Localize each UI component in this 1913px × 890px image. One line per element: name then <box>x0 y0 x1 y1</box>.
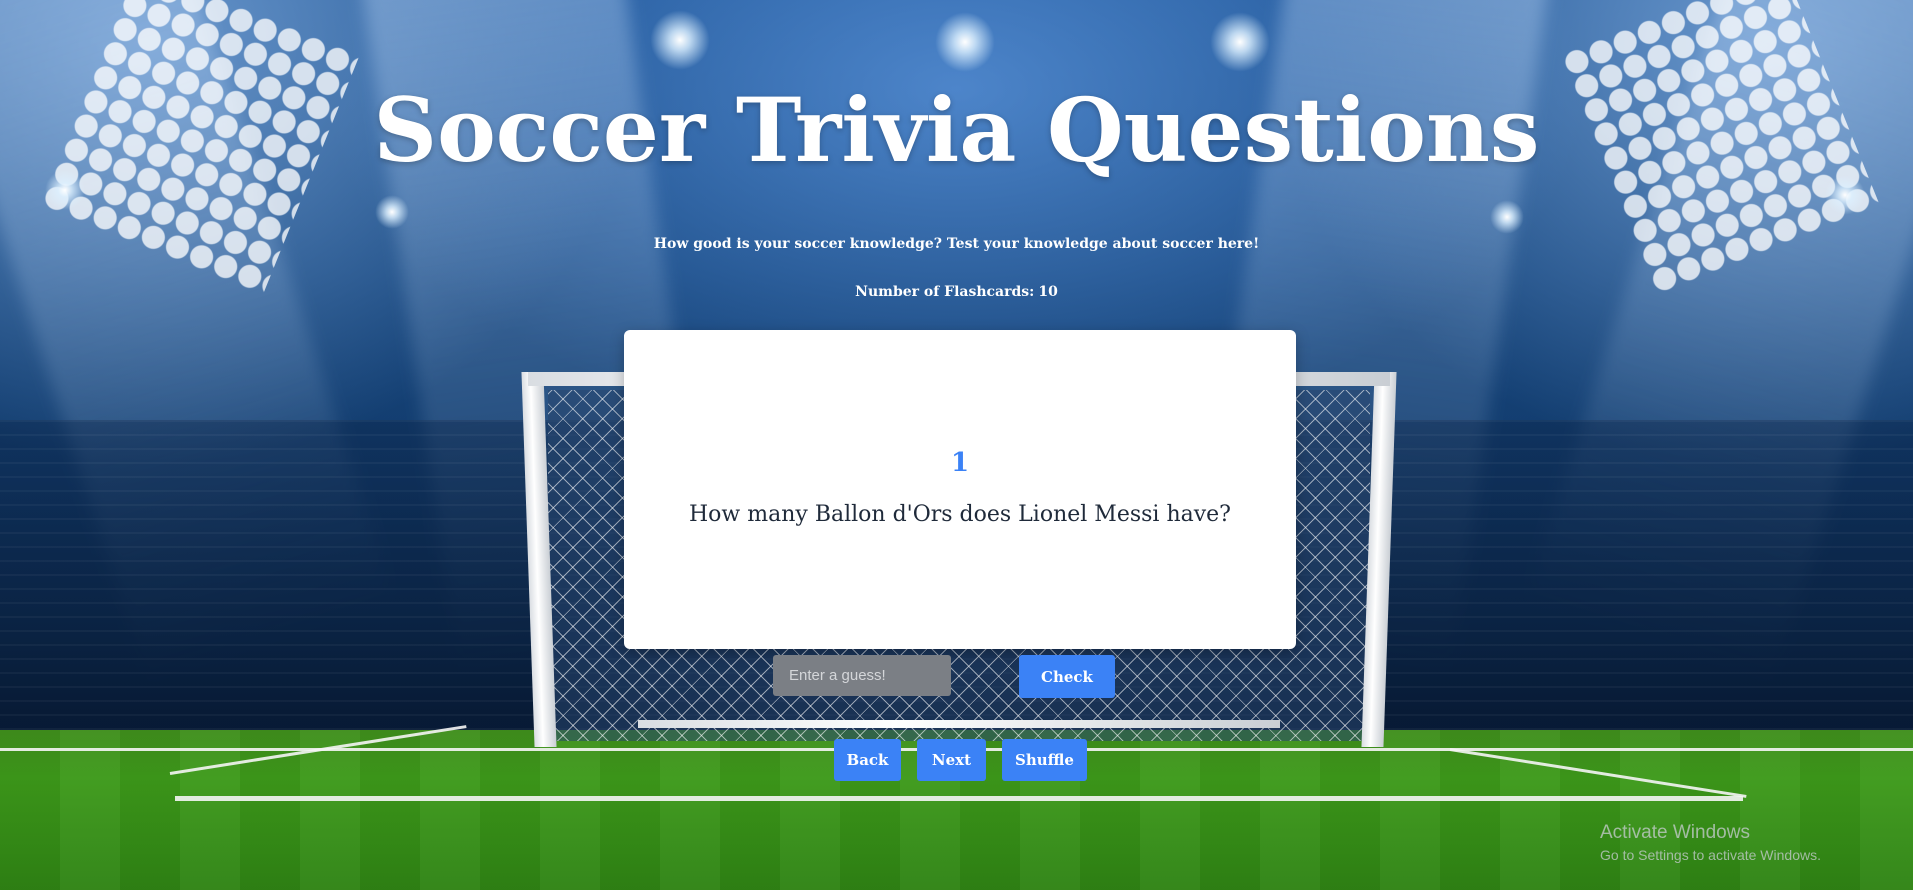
goal-base-bar <box>638 720 1280 728</box>
flashcard-count-value: 10 <box>1038 284 1058 300</box>
floodlight <box>45 170 85 210</box>
floodlight <box>1210 12 1270 72</box>
activate-windows-watermark: Activate Windows Go to Settings to activ… <box>1600 822 1821 866</box>
floodlight <box>375 195 409 229</box>
floodlight <box>1490 200 1524 234</box>
floodlight <box>935 12 995 72</box>
flashcard-number: 1 <box>950 448 970 478</box>
back-button[interactable]: Back <box>834 739 901 781</box>
flashcard[interactable]: 1 How many Ballon d'Ors does Lionel Mess… <box>624 330 1296 649</box>
floodlight <box>1825 175 1865 215</box>
guess-input[interactable] <box>773 655 951 696</box>
shuffle-button[interactable]: Shuffle <box>1002 739 1087 781</box>
page-subtitle: How good is your soccer knowledge? Test … <box>653 236 1260 252</box>
floodlight <box>650 10 710 70</box>
flashcard-count: Number of Flashcards: 10 <box>0 284 1913 300</box>
flashcard-question: How many Ballon d'Ors does Lionel Messi … <box>689 502 1231 527</box>
watermark-title: Activate Windows <box>1600 822 1750 843</box>
pitch-line <box>175 796 1743 801</box>
page-title: Soccer Trivia Questions <box>373 78 1540 182</box>
watermark-subtitle: Go to Settings to activate Windows. <box>1600 846 1821 863</box>
next-button[interactable]: Next <box>917 739 986 781</box>
check-button[interactable]: Check <box>1019 655 1115 698</box>
flashcard-count-label: Number of Flashcards: <box>855 284 1035 300</box>
